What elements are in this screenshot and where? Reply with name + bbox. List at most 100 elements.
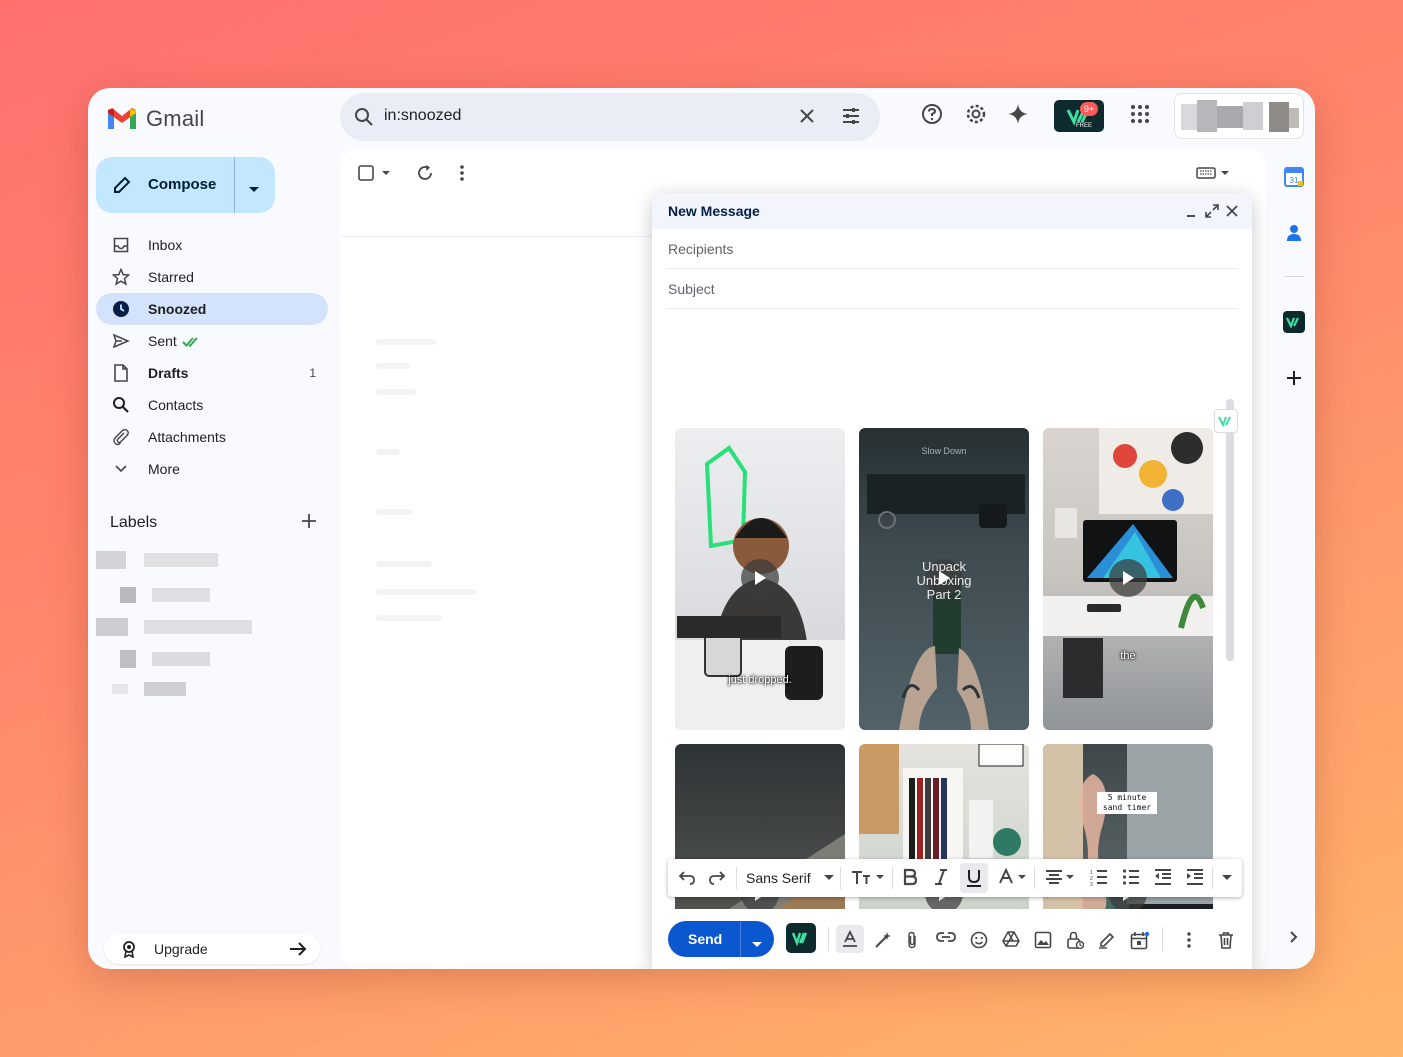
search-options-icon[interactable] [840, 105, 862, 132]
video-thumbnail[interactable]: the [1043, 428, 1213, 730]
formatting-options-icon[interactable] [836, 925, 864, 953]
calendar-icon[interactable]: 31 [1274, 162, 1314, 192]
recipients-field[interactable]: Recipients [668, 229, 1236, 269]
mail-toolbar [340, 149, 1266, 197]
extension-side-icon[interactable] [1274, 307, 1314, 337]
gmail-logo[interactable]: Gmail [106, 106, 204, 132]
apps-grid-icon[interactable] [1128, 102, 1152, 126]
upgrade-label: Upgrade [154, 941, 208, 957]
body-scrollbar[interactable] [1226, 399, 1234, 661]
ai-writing-icon[interactable] [874, 931, 892, 949]
compose-divider [234, 157, 235, 213]
label-item[interactable] [120, 587, 136, 603]
redo-icon[interactable] [708, 868, 726, 886]
font-family-select[interactable]: Sans Serif [746, 870, 811, 886]
more-formatting-icon[interactable] [1222, 875, 1232, 881]
compose-button[interactable]: Compose [96, 157, 275, 213]
video-overlay-text: Slow Down [921, 446, 967, 456]
label-item[interactable] [120, 650, 136, 668]
video-thumbnail[interactable]: just dropped. [675, 428, 845, 730]
contacts-person-icon[interactable] [1274, 218, 1314, 248]
gmail-window: Gmail in:snoozed 9+ FREE Compose Inbox S… [88, 88, 1315, 969]
input-tools-keyboard-icon[interactable] [1196, 165, 1232, 186]
paperclip-icon [112, 428, 130, 446]
refresh-icon[interactable] [416, 163, 434, 188]
sidebar-item-label: Sent [148, 333, 177, 349]
sidebar-item-inbox[interactable]: Inbox [96, 229, 328, 261]
compose-dropdown-icon[interactable] [248, 181, 260, 199]
minimize-icon[interactable] [1185, 205, 1197, 224]
send-options-dropdown-icon[interactable] [752, 935, 762, 953]
sidebar-item-drafts[interactable]: Drafts 1 [96, 357, 328, 389]
confidential-mode-icon[interactable] [1066, 931, 1084, 949]
help-icon[interactable] [920, 102, 944, 126]
action-separator [1162, 927, 1163, 951]
toolbar-separator [1212, 867, 1213, 889]
align-icon[interactable] [1044, 868, 1076, 886]
label-item[interactable] [96, 551, 126, 569]
video-thumbnail[interactable]: Slow Down Unpack Unboxing Part 2 [859, 428, 1029, 730]
signature-pen-icon[interactable] [1098, 931, 1116, 949]
account-switcher[interactable] [1174, 93, 1304, 139]
sidebar-item-attachments[interactable]: Attachments [96, 421, 328, 453]
more-options-icon[interactable] [1186, 931, 1192, 949]
add-label-icon[interactable] [300, 512, 318, 535]
clear-search-icon[interactable] [796, 105, 818, 132]
toolbar-separator [840, 867, 841, 889]
bold-icon[interactable] [902, 868, 918, 886]
recipients-placeholder: Recipients [668, 241, 734, 257]
insert-link-icon[interactable] [936, 931, 956, 943]
add-addon-icon[interactable] [1274, 363, 1314, 393]
pencil-icon [112, 175, 132, 200]
expand-panel-chevron-icon[interactable] [1274, 922, 1314, 952]
send-button[interactable]: Send [668, 921, 774, 957]
google-drive-icon[interactable] [1002, 931, 1020, 947]
toolbar-separator [1034, 867, 1035, 889]
font-size-icon[interactable] [850, 868, 886, 886]
indent-more-icon[interactable] [1186, 868, 1204, 886]
emoji-icon[interactable] [970, 931, 988, 949]
bulleted-list-icon[interactable] [1122, 868, 1140, 886]
sidebar-item-sent[interactable]: Sent [96, 325, 328, 357]
extension-button[interactable]: 9+ FREE [1054, 100, 1104, 132]
close-icon[interactable] [1225, 204, 1239, 223]
indent-less-icon[interactable] [1154, 868, 1172, 886]
underline-icon[interactable] [966, 868, 982, 888]
extension-corner-icon[interactable] [1214, 409, 1238, 433]
sidebar-item-snoozed[interactable]: Snoozed [96, 293, 328, 325]
extension-insert-button[interactable] [786, 923, 816, 953]
upgrade-button[interactable]: Upgrade [104, 934, 320, 964]
compose-label: Compose [148, 176, 217, 193]
search-input[interactable]: in:snoozed [384, 107, 461, 125]
avatar[interactable] [1269, 102, 1289, 132]
subject-field[interactable]: Subject [668, 269, 1236, 309]
select-all-checkbox[interactable] [358, 163, 394, 188]
sidebar-item-contacts[interactable]: Contacts [96, 389, 328, 421]
search-bar[interactable]: in:snoozed [340, 93, 880, 141]
fullscreen-icon[interactable] [1205, 204, 1219, 223]
undo-icon[interactable] [678, 868, 696, 886]
label-item[interactable] [112, 684, 128, 694]
gemini-sparkle-icon[interactable] [1006, 102, 1030, 126]
more-vert-icon[interactable] [458, 163, 466, 188]
label-item[interactable] [96, 618, 128, 636]
text-color-icon[interactable] [998, 868, 1028, 886]
font-dropdown-icon[interactable] [824, 875, 834, 881]
sidebar-item-label: Contacts [148, 397, 204, 413]
insert-photo-icon[interactable] [1034, 931, 1052, 949]
video-label: 5 minute sand timer [1097, 792, 1157, 814]
attach-file-icon[interactable] [906, 931, 918, 949]
extension-badge-count: 9+ [1080, 102, 1098, 116]
numbered-list-icon[interactable]: 123 [1090, 868, 1108, 886]
message-body[interactable]: just dropped. Slow Down Unpack Unboxing … [652, 309, 1252, 909]
sidebar-item-more[interactable]: More [96, 453, 328, 485]
schedule-send-icon[interactable] [1130, 931, 1150, 951]
settings-gear-icon[interactable] [964, 102, 988, 126]
svg-text:31: 31 [1290, 176, 1299, 185]
search-icon[interactable] [354, 107, 374, 132]
send-label: Send [688, 931, 723, 947]
compose-header[interactable]: New Message [652, 193, 1252, 229]
sidebar-item-starred[interactable]: Starred [96, 261, 328, 293]
italic-icon[interactable] [934, 868, 948, 886]
discard-draft-trash-icon[interactable] [1218, 931, 1234, 949]
